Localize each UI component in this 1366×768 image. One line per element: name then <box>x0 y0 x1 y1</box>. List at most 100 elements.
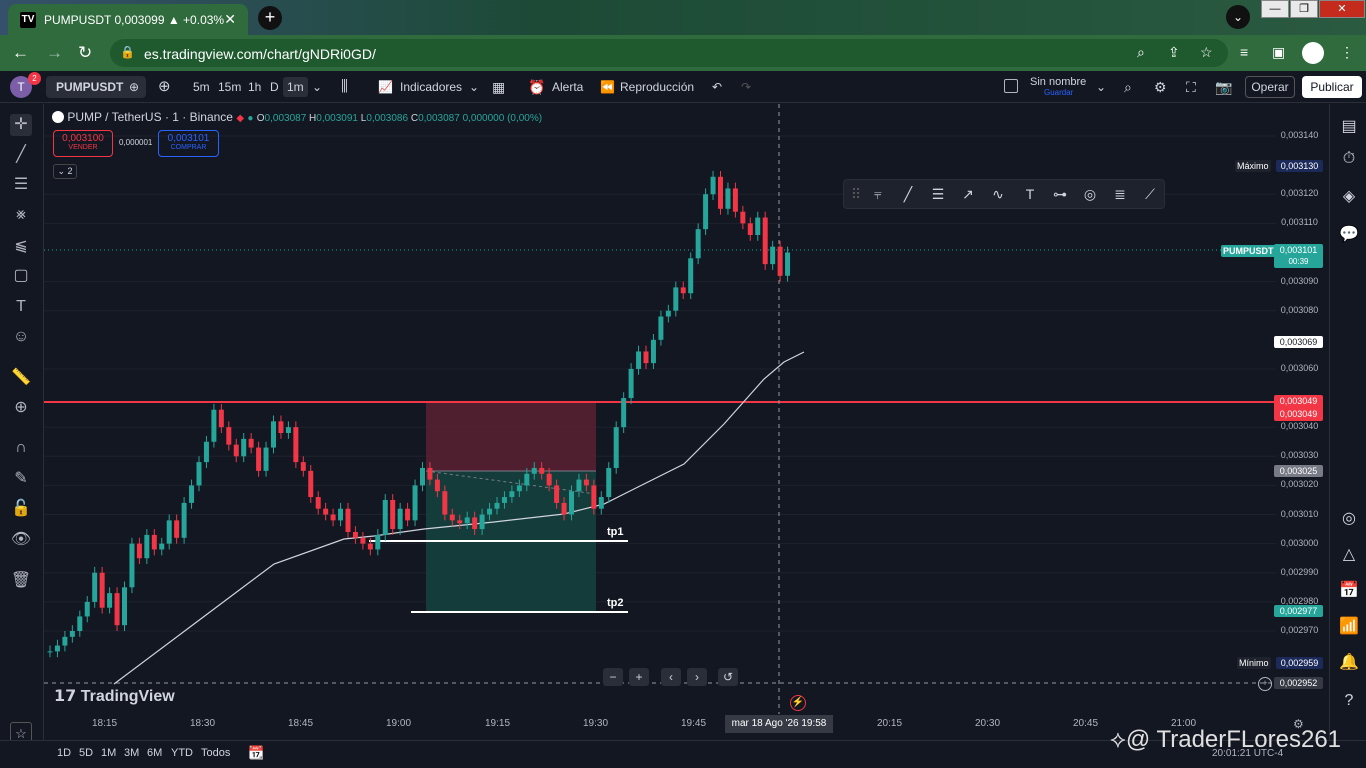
candle[interactable] <box>352 526 358 544</box>
zoom-in-button[interactable]: + <box>629 668 649 686</box>
camera-icon[interactable]: 📷 <box>1215 77 1232 97</box>
path-tool-icon[interactable]: ∿ <box>988 186 1008 203</box>
candle[interactable] <box>256 441 262 477</box>
zoom-in-icon[interactable]: ⊕ <box>10 397 32 419</box>
redo-icon[interactable]: ↷ <box>741 77 751 97</box>
sell-button[interactable]: 0,003100 VENDER <box>53 130 113 157</box>
stop-loss-zone[interactable] <box>426 402 596 471</box>
candle[interactable] <box>628 363 634 404</box>
candle[interactable] <box>718 170 723 215</box>
candle[interactable] <box>174 514 180 544</box>
pattern-icon[interactable]: ⨳ <box>10 204 32 226</box>
candle[interactable] <box>665 304 671 323</box>
candle[interactable] <box>375 529 381 556</box>
ruler-icon[interactable]: 📏 <box>10 367 32 389</box>
candle[interactable] <box>420 462 425 492</box>
candle[interactable] <box>62 631 68 652</box>
watchlist-icon[interactable]: ▤ <box>1338 116 1360 138</box>
candle[interactable] <box>755 211 761 241</box>
line-tool-icon[interactable]: ╱ <box>898 186 918 203</box>
candle[interactable] <box>345 502 351 538</box>
candle[interactable] <box>166 514 172 550</box>
candle[interactable] <box>159 537 165 556</box>
add-symbol-icon[interactable]: ⊕ <box>158 77 171 97</box>
candle[interactable] <box>636 345 642 375</box>
target-icon[interactable]: ◎ <box>1338 508 1360 530</box>
forward-arrow-icon[interactable]: → <box>46 43 63 63</box>
candle[interactable] <box>673 281 679 317</box>
candle[interactable] <box>308 465 314 503</box>
settings-gear-icon[interactable]: ⚙ <box>1154 77 1167 97</box>
eye-icon[interactable]: 👁 <box>10 529 32 551</box>
candle[interactable] <box>747 217 753 241</box>
candle[interactable] <box>129 537 135 594</box>
layout-checkbox[interactable] <box>1004 79 1018 93</box>
zoom-icon[interactable]: ⌕ <box>1137 44 1145 61</box>
fib-tool-icon[interactable]: ☰ <box>928 186 948 203</box>
arrow-tool-icon[interactable]: ↗ <box>958 186 978 203</box>
browser-tab[interactable]: TV PUMPUSDT 0,003099 ▲ +0.03% ✕ <box>8 4 248 35</box>
replay-button[interactable]: Reproducción <box>620 77 694 97</box>
candle[interactable] <box>196 456 202 492</box>
range-1m[interactable]: 1M <box>101 747 116 759</box>
trend-line-icon[interactable]: ╱ <box>10 144 32 166</box>
tradingview-logo[interactable]: 𝟭𝟳 TradingView <box>54 686 175 706</box>
candle[interactable] <box>732 182 738 218</box>
candle[interactable] <box>181 497 187 544</box>
shapes-icon[interactable]: ▢ <box>10 265 32 287</box>
candle[interactable] <box>77 610 83 637</box>
templates-icon[interactable]: ▦ <box>492 77 505 97</box>
reset-chart-button[interactable]: ↺ <box>718 668 738 686</box>
range-ytd[interactable]: YTD <box>171 747 193 759</box>
candle[interactable] <box>643 345 649 369</box>
candle[interactable] <box>47 645 53 658</box>
candle[interactable] <box>211 403 217 448</box>
indicators-collapse-button[interactable]: ⌄ 2 <box>53 164 77 179</box>
candle[interactable] <box>710 170 716 201</box>
ideas-icon[interactable]: △ <box>1338 544 1360 566</box>
horizontal-ray-icon[interactable]: ⊶ <box>1050 186 1070 203</box>
brush-tool-icon[interactable]: ⟋ <box>1140 186 1160 203</box>
share-icon[interactable]: ⇪ <box>1168 44 1180 61</box>
scroll-left-button[interactable]: ‹ <box>661 668 681 686</box>
candle[interactable] <box>136 537 142 565</box>
trash-icon[interactable]: 🗑 <box>10 570 32 592</box>
zoom-out-button[interactable]: − <box>603 668 623 686</box>
candle[interactable] <box>650 334 656 369</box>
drag-handle-icon[interactable]: ⠿ <box>846 186 866 203</box>
candle[interactable] <box>621 392 627 433</box>
candle[interactable] <box>218 403 224 433</box>
url-field[interactable]: 🔒 es.tradingview.com/chart/gNDRi0GD/ <box>110 39 1228 67</box>
candle[interactable] <box>323 502 329 521</box>
candle[interactable] <box>598 491 604 515</box>
publish-button[interactable]: Publicar <box>1302 76 1362 98</box>
replay-icon[interactable]: ⏪ <box>600 77 615 97</box>
pencil-lock-icon[interactable]: ✎ <box>10 468 32 490</box>
candle[interactable] <box>271 415 276 454</box>
chevron-down-icon[interactable]: ⌄ <box>312 77 322 97</box>
notifications-bell-icon[interactable]: 🔔 <box>1338 652 1360 674</box>
add-alert-plus-icon[interactable]: + <box>1258 677 1272 691</box>
scroll-right-button[interactable]: › <box>687 668 707 686</box>
range-all[interactable]: Todos <box>201 747 230 759</box>
candle[interactable] <box>144 529 150 565</box>
search-icon[interactable]: ⌕ <box>1124 77 1132 97</box>
candle[interactable] <box>226 421 232 451</box>
range-3m[interactable]: 3M <box>124 747 139 759</box>
back-arrow-icon[interactable]: ← <box>12 43 29 63</box>
range-6m[interactable]: 6M <box>147 747 162 759</box>
candle[interactable] <box>338 502 344 527</box>
candle[interactable] <box>777 240 783 282</box>
calendar-icon[interactable]: 📅 <box>1338 580 1360 602</box>
timeframe-5m[interactable]: 5m <box>193 77 210 97</box>
candle[interactable] <box>84 596 90 623</box>
minimize-window-button[interactable]: — <box>1261 0 1289 18</box>
candle[interactable] <box>412 479 418 527</box>
chevron-down-icon[interactable]: ⌄ <box>469 77 479 97</box>
text-tool-icon[interactable]: T <box>1020 186 1040 202</box>
candle[interactable] <box>695 223 701 265</box>
alerts-clock-icon[interactable]: ⏱ <box>1338 148 1360 170</box>
candle[interactable] <box>92 566 98 608</box>
media-queue-icon[interactable]: ≡ <box>1240 44 1248 60</box>
buy-button[interactable]: 0,003101 COMPRAR <box>158 130 219 157</box>
